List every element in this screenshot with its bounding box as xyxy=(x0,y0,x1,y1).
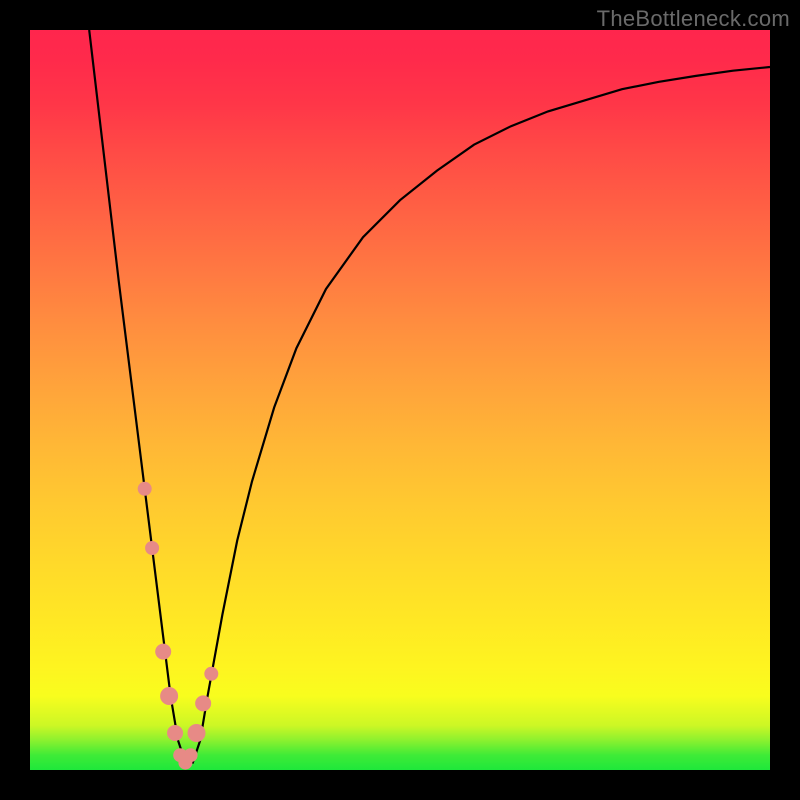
marker-point xyxy=(160,687,178,705)
bottleneck-curve-path xyxy=(89,30,770,763)
marker-point xyxy=(204,667,218,681)
marker-point xyxy=(138,482,152,496)
watermark-text: TheBottleneck.com xyxy=(597,6,790,32)
bottleneck-curve-svg xyxy=(30,30,770,770)
marker-point xyxy=(184,748,198,762)
chart-frame: TheBottleneck.com xyxy=(0,0,800,800)
marker-point xyxy=(188,724,206,742)
plot-area xyxy=(30,30,770,770)
marker-point xyxy=(167,725,183,741)
marker-point xyxy=(145,541,159,555)
marker-point xyxy=(195,695,211,711)
marker-point xyxy=(155,644,171,660)
